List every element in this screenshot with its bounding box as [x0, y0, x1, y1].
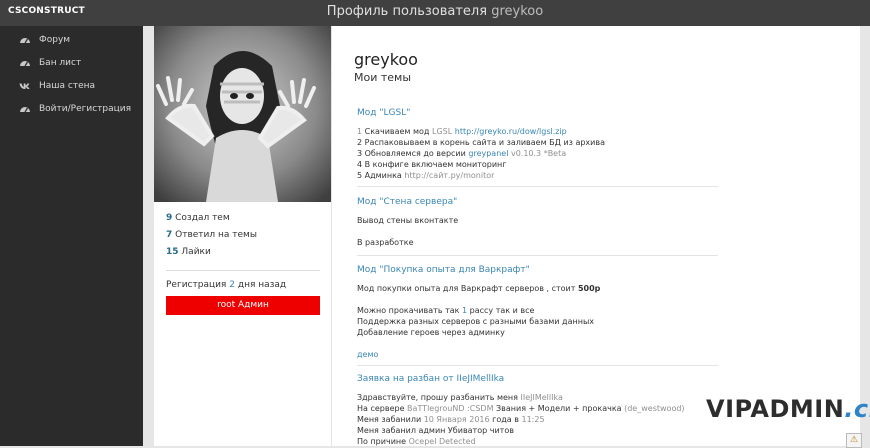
topic-lgsl: Мод "LGSL" 1 Скачиваем мод LGSL http://g… — [357, 108, 718, 181]
topic-warcraft: Мод "Покупка опыта для Варкрафт" Мод пок… — [357, 265, 718, 360]
dashboard-icon — [19, 57, 31, 69]
topic-line: Меня забанил админ Убиватор читов — [357, 426, 514, 435]
sidebar-item-label: Бан лист — [39, 57, 82, 68]
profile-content: 9 Создал тем 7 Ответил на темы 15 Лайки … — [154, 26, 860, 446]
admin-link[interactable]: http://сайт.ру/monitor — [404, 171, 494, 180]
profile-stats: 9 Создал тем 7 Ответил на темы 15 Лайки — [166, 214, 320, 265]
avatar — [154, 26, 331, 202]
topic-line: На сервере BaTTlegrouND :CSDM Звания + М… — [357, 404, 685, 413]
sidebar-item-label: Войти/Регистрация — [39, 103, 132, 114]
divider — [357, 186, 718, 187]
stat-likes: 15 Лайки — [166, 247, 211, 257]
stat-topics-created: 9 Создал тем — [166, 213, 230, 223]
demo-link[interactable]: демо — [357, 349, 718, 360]
profile-sidebar: 9 Создал тем 7 Ответил на темы 15 Лайки … — [154, 26, 332, 446]
sidebar-item-forum[interactable]: Форум — [0, 28, 143, 51]
vk-icon — [19, 80, 31, 92]
sidebar-item-wall[interactable]: Наша стена — [0, 74, 143, 97]
divider — [166, 270, 320, 271]
page-title-user: greykoo — [491, 4, 544, 19]
topic-line: В разработке — [357, 238, 414, 247]
role-badge: root Админ — [166, 296, 320, 315]
topic-line: 1 Скачиваем мод LGSL http://greyko.ru/do… — [357, 127, 567, 136]
topic-line: 4 В конфиге включаем мониторинг — [357, 160, 507, 169]
topic-line: 2 Распаковываем в корень сайта и заливае… — [357, 138, 605, 147]
topic-line: Добавление героев через админку — [357, 328, 505, 337]
topic-title-link[interactable]: Мод "LGSL" — [357, 108, 718, 119]
topic-line: 3 Обновляемся до версии greypanel v0.10.… — [357, 149, 567, 158]
topic-line: Вывод стены вконтакте — [357, 216, 459, 225]
topic-line — [357, 226, 718, 237]
topic-unban: Заявка на разбан от IIeJIMellIka Здравст… — [357, 374, 718, 447]
topic-line: По причине Ocepel Detected — [357, 437, 476, 446]
sidebar-item-login[interactable]: Войти/Регистрация — [0, 97, 143, 120]
topic-line: Здравствуйте, прошу разбанить меня IIeJI… — [357, 393, 563, 402]
sidebar-item-label: Форум — [39, 34, 71, 45]
sidebar: Форум Бан лист Наша стена Войти/Регистра… — [0, 26, 143, 446]
sidebar-item-banlist[interactable]: Бан лист — [0, 51, 143, 74]
page-title: Профиль пользователя greykoo — [0, 4, 870, 19]
registration-info: Регистрация 2 дня назад — [166, 280, 287, 290]
topic-line: Меня забанили 10 Января 2016 года в 11:2… — [357, 415, 545, 424]
topic-wall: Мод "Стена сервера" Вывод стены вконтакт… — [357, 197, 718, 248]
divider — [357, 255, 718, 256]
top-bar: CSCONSTRUCT Профиль пользователя greykoo — [0, 0, 870, 26]
topic-title-link[interactable]: Мод "Покупка опыта для Варкрафт" — [357, 265, 718, 276]
topic-line: 5 Админка http://сайт.ру/monitor — [357, 171, 495, 180]
topic-line: Можно прокачивать так 1 рассу так и все — [357, 306, 535, 315]
sidebar-item-label: Наша стена — [39, 80, 96, 91]
profile-username: greykoo — [354, 50, 418, 69]
topics-heading: Мои темы — [354, 71, 412, 84]
topic-title-link[interactable]: Заявка на разбан от IIeJIMellIka — [357, 374, 718, 385]
topic-line: Мод покупки опыта для Варкрафт серверов … — [357, 284, 601, 293]
dashboard-icon — [19, 34, 31, 46]
topic-line — [357, 338, 718, 349]
page-title-prefix: Профиль пользователя — [326, 4, 488, 19]
download-link[interactable]: http://greyko.ru/dow/lgsl.zip — [455, 127, 567, 136]
watermark-logo: VIPADMIN.club — [706, 395, 870, 423]
topic-line: Поддержка разных серверов с разными база… — [357, 317, 594, 326]
topic-line — [357, 294, 718, 305]
topic-title-link[interactable]: Мод "Стена сервера" — [357, 197, 718, 208]
stat-topic-replies: 7 Ответил на темы — [166, 230, 257, 240]
dashboard-icon — [19, 103, 31, 115]
divider — [357, 365, 718, 366]
